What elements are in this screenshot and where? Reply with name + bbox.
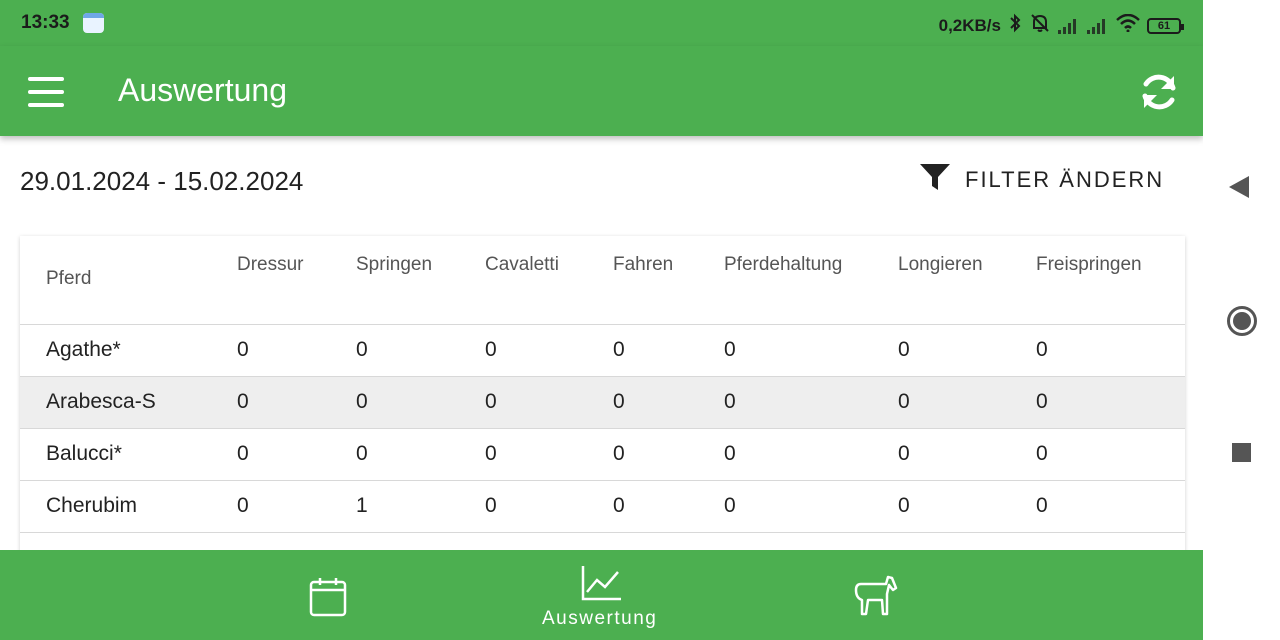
nav-auswertung-label: Auswertung (542, 608, 658, 629)
table-cell: 0 (613, 480, 724, 533)
bluetooth-icon (1008, 13, 1022, 38)
table-cell: 1 (356, 480, 485, 533)
table-cell: 0 (898, 324, 1036, 377)
table-cell: 0 (485, 480, 613, 533)
table-cell: 0 (356, 428, 485, 481)
table-cell: 0 (613, 324, 724, 377)
column-header-freispringen[interactable]: Freispringen (1036, 236, 1185, 325)
table-header-row: Pferd Dressur Springen Cavaletti Fahren … (20, 236, 1185, 325)
signal-icon (1058, 18, 1080, 34)
horse-icon (852, 575, 900, 622)
table-cell: 0 (898, 428, 1036, 481)
bottom-navigation: Auswertung (0, 550, 1203, 640)
column-header-pferd[interactable]: Pferd (20, 236, 237, 325)
table-cell: 0 (237, 480, 356, 533)
table-cell: 0 (237, 376, 356, 429)
horse-name-cell: Cherubim (20, 480, 237, 533)
table-cell: 0 (356, 376, 485, 429)
table-cell: 0 (724, 480, 898, 533)
filter-button-label: FILTER ÄNDERN (965, 166, 1165, 192)
table-row[interactable]: Cherubim 0 1 0 0 0 0 0 (20, 480, 1185, 533)
table-row[interactable]: Agathe* 0 0 0 0 0 0 0 (20, 324, 1185, 377)
table-cell: 0 (485, 376, 613, 429)
table-cell: 0 (485, 324, 613, 377)
table-cell: 0 (485, 428, 613, 481)
app-bar: Auswertung (0, 46, 1203, 136)
signal-icon (1087, 18, 1109, 34)
column-header-fahren[interactable]: Fahren (613, 236, 724, 325)
home-icon[interactable] (1227, 306, 1257, 336)
filter-icon (919, 162, 951, 197)
table-cell: 0 (613, 428, 724, 481)
table-row[interactable]: Arabesca-S 0 0 0 0 0 0 0 (20, 376, 1185, 429)
recent-apps-icon[interactable] (1232, 443, 1251, 462)
nav-calendar[interactable] (308, 576, 348, 623)
table-cell: 0 (898, 376, 1036, 429)
chart-icon (580, 566, 624, 606)
table-cell: 0 (237, 428, 356, 481)
table-cell: 0 (724, 324, 898, 377)
table-cell: 0 (1036, 376, 1185, 429)
status-time: 13:33 (21, 12, 70, 33)
table-cell: 0 (356, 324, 485, 377)
table-cell: 0 (724, 376, 898, 429)
wifi-icon (1116, 13, 1140, 37)
table-cell: 0 (613, 376, 724, 429)
evaluation-table-card: Pferd Dressur Springen Cavaletti Fahren … (20, 236, 1185, 566)
menu-icon[interactable] (28, 77, 64, 107)
back-icon[interactable] (1229, 176, 1249, 198)
column-header-cavaletti[interactable]: Cavaletti (485, 236, 613, 325)
column-header-longieren[interactable]: Longieren (898, 236, 1036, 325)
app-window: 13:33 0,2KB/s 61 Auswertung 29.01.2024 -… (0, 0, 1203, 640)
column-header-dressur[interactable]: Dressur (237, 236, 356, 325)
nav-horses[interactable] (852, 574, 900, 623)
mute-icon (1029, 12, 1051, 39)
filter-button[interactable]: FILTER ÄNDERN (919, 162, 1164, 197)
page-title: Auswertung (118, 72, 287, 108)
battery-icon: 61 (1147, 17, 1184, 34)
table-row[interactable]: Balucci* 0 0 0 0 0 0 0 (20, 428, 1185, 481)
calendar-icon (83, 13, 104, 33)
column-header-pferdehaltung[interactable]: Pferdehaltung (724, 236, 898, 325)
calendar-icon (308, 578, 348, 622)
horse-name-cell: Agathe* (20, 324, 237, 377)
horse-name-cell: Balucci* (20, 428, 237, 481)
status-bar: 13:33 0,2KB/s 61 (0, 0, 1203, 46)
date-range: 29.01.2024 - 15.02.2024 (20, 166, 304, 196)
table-cell: 0 (1036, 324, 1185, 377)
refresh-icon[interactable] (1138, 71, 1180, 113)
table-cell: 0 (1036, 428, 1185, 481)
column-header-springen[interactable]: Springen (356, 236, 485, 325)
horse-name-cell: Arabesca-S (20, 376, 237, 429)
network-speed: 0,2KB/s (938, 15, 1001, 35)
evaluation-table: Pferd Dressur Springen Cavaletti Fahren … (20, 236, 1185, 533)
table-cell: 0 (1036, 480, 1185, 533)
table-cell: 0 (898, 480, 1036, 533)
status-icons: 0,2KB/s 61 (938, 12, 1184, 39)
nav-auswertung[interactable] (580, 564, 624, 607)
table-cell: 0 (724, 428, 898, 481)
table-cell: 0 (237, 324, 356, 377)
